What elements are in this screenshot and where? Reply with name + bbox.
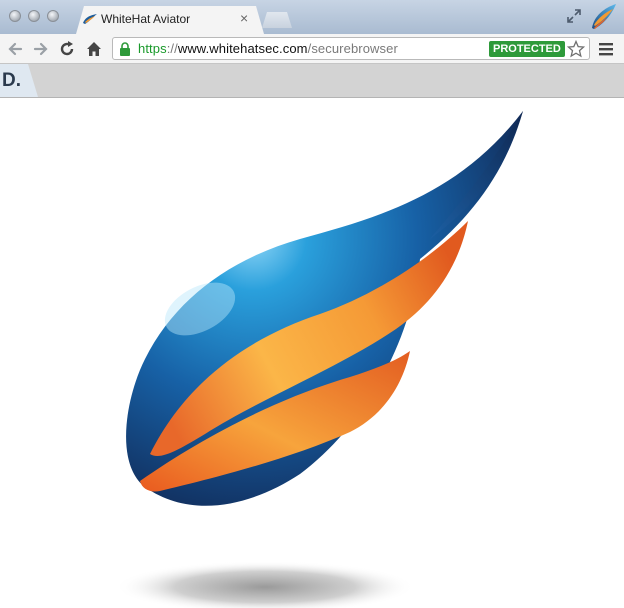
star-icon[interactable] xyxy=(567,40,585,58)
window-zoom-button[interactable] xyxy=(47,10,59,22)
bookmark-label: D. xyxy=(2,70,21,91)
hamburger-menu-icon[interactable] xyxy=(597,40,615,58)
home-icon[interactable] xyxy=(84,39,104,59)
tab-strip: WhiteHat Aviator × xyxy=(0,0,624,34)
url-path: /securebrowser xyxy=(307,41,398,56)
close-icon[interactable]: × xyxy=(240,10,248,26)
url-separator: :// xyxy=(166,41,178,56)
back-arrow-icon[interactable] xyxy=(5,39,25,59)
window-minimize-button[interactable] xyxy=(28,10,40,22)
url-host: www.whitehatsec.com xyxy=(177,41,308,56)
address-bar[interactable]: https://www.whitehatsec.com/securebrowse… xyxy=(112,37,590,60)
aviator-wing-logo xyxy=(115,111,523,608)
wing-shadow xyxy=(115,561,415,608)
lock-icon xyxy=(120,42,130,56)
bookmarks-bar: D. xyxy=(0,64,624,98)
fullscreen-icon[interactable] xyxy=(566,8,582,24)
forward-arrow-icon[interactable] xyxy=(31,39,51,59)
browser-toolbar: https://www.whitehatsec.com/securebrowse… xyxy=(0,34,624,64)
bookmark-item[interactable]: D. xyxy=(0,64,38,97)
window-close-button[interactable] xyxy=(9,10,21,22)
page-content xyxy=(0,99,624,608)
protected-badge[interactable]: PROTECTED xyxy=(489,41,565,57)
reload-icon[interactable] xyxy=(57,39,77,59)
url-scheme: https xyxy=(138,41,167,56)
aviator-logo-icon xyxy=(592,4,616,29)
tab-title: WhiteHat Aviator xyxy=(101,12,191,26)
new-tab-button[interactable] xyxy=(262,12,292,28)
url-text: https://www.whitehatsec.com/securebrowse… xyxy=(138,41,398,56)
aviator-wing-icon xyxy=(83,14,97,24)
